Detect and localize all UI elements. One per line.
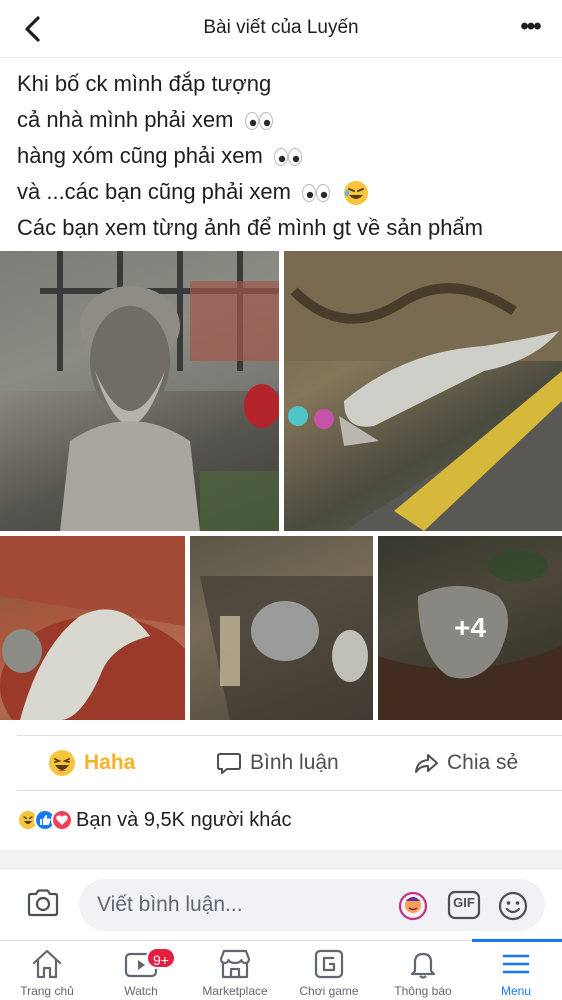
tab-watch[interactable]: 9+ Watch bbox=[94, 941, 188, 1000]
love-icon bbox=[51, 809, 73, 831]
post-line: Khi bố ck mình đắp tượng bbox=[17, 66, 547, 102]
home-icon bbox=[32, 949, 62, 979]
fish-photo-drawing bbox=[0, 536, 185, 720]
post-line-text: cả nhà mình phải xem bbox=[17, 107, 234, 132]
more-options-button[interactable]: ••• bbox=[516, 15, 544, 41]
tab-label: Menu bbox=[500, 984, 532, 998]
post-line: và ...các bạn cũng phải xem bbox=[17, 174, 547, 210]
comment-input[interactable]: Viết bình luận... GIF bbox=[79, 879, 545, 931]
page-title: Bài viết của Luyến bbox=[203, 17, 359, 38]
tab-label: Marketplace bbox=[202, 984, 268, 998]
post-photo-statue-fish[interactable] bbox=[0, 536, 185, 720]
haha-icon bbox=[49, 750, 75, 776]
post-line: Các bạn xem từng ảnh để mình gt về sản p… bbox=[17, 210, 547, 246]
share-label: Chia sẻ bbox=[447, 751, 519, 774]
post-photo-statue-crocodile[interactable] bbox=[284, 251, 562, 531]
menu-icon bbox=[502, 954, 530, 974]
emoji-button[interactable] bbox=[497, 890, 529, 927]
eyes-emoji-icon bbox=[273, 148, 302, 167]
reactions-summary[interactable]: Bạn và 9,5K người khác bbox=[17, 805, 292, 835]
top-header: Bài viết của Luyến ••• bbox=[0, 0, 562, 58]
haha-reaction-button[interactable]: Haha bbox=[48, 738, 135, 788]
smiley-icon bbox=[498, 891, 528, 921]
post-action-bar: Haha Bình luận Chia sẻ bbox=[0, 738, 562, 788]
avatar-sticker-button[interactable] bbox=[397, 890, 429, 927]
tab-label: Chơi game bbox=[299, 984, 359, 998]
tab-marketplace[interactable]: Marketplace bbox=[188, 941, 282, 1000]
comment-composer: Viết bình luận... GIF bbox=[0, 868, 562, 940]
divider bbox=[17, 790, 562, 791]
post-line: hàng xóm cũng phải xem bbox=[17, 138, 547, 174]
more-photos-overlay[interactable]: +4 bbox=[378, 536, 562, 720]
divider bbox=[17, 735, 562, 736]
tab-label: Trang chủ bbox=[20, 984, 74, 998]
tab-home[interactable]: Trang chủ bbox=[0, 941, 94, 1000]
tab-notifications[interactable]: Thông báo bbox=[376, 941, 470, 1000]
camera-button[interactable] bbox=[26, 888, 60, 923]
post-line-text: và ...các bạn cũng phải xem bbox=[17, 179, 291, 204]
tab-menu[interactable]: Menu bbox=[470, 941, 562, 1000]
share-arrow-icon bbox=[415, 754, 438, 773]
share-button[interactable]: Chia sẻ bbox=[413, 738, 518, 788]
comment-placeholder: Viết bình luận... bbox=[97, 893, 243, 916]
post-line-text: Khi bố ck mình đắp tượng bbox=[17, 71, 272, 96]
gif-label: GIF bbox=[453, 895, 475, 910]
eyes-emoji-icon bbox=[244, 112, 273, 131]
post-line: cả nhà mình phải xem bbox=[17, 102, 547, 138]
tab-label: Thông báo bbox=[394, 984, 452, 998]
post-line-text: Các bạn xem từng ảnh để mình gt về sản p… bbox=[17, 215, 483, 240]
comment-button[interactable]: Bình luận bbox=[216, 738, 339, 788]
notification-badge: 9+ bbox=[146, 947, 176, 969]
bell-icon bbox=[410, 952, 436, 979]
reaction-icons bbox=[17, 809, 73, 831]
tab-label: Watch bbox=[124, 984, 158, 998]
rooster-photo-drawing bbox=[200, 576, 373, 720]
reactions-count-text: Bạn và 9,5K người khác bbox=[76, 808, 292, 831]
rolling-laughing-emoji-icon bbox=[344, 181, 369, 206]
active-tab-indicator bbox=[472, 939, 562, 942]
gif-button[interactable]: GIF bbox=[447, 890, 481, 925]
post-text: Khi bố ck mình đắp tượng cả nhà mình phả… bbox=[17, 66, 547, 246]
comment-label: Bình luận bbox=[250, 751, 339, 774]
crocodile-photo-drawing bbox=[284, 251, 562, 531]
post-photo-statue-old-man[interactable] bbox=[0, 251, 279, 531]
comment-bubble-icon bbox=[217, 753, 241, 774]
haha-label: Haha bbox=[84, 751, 136, 774]
tab-gaming[interactable]: Chơi game bbox=[282, 941, 376, 1000]
statue-photo-drawing bbox=[0, 251, 279, 531]
camera-icon bbox=[27, 889, 59, 917]
eyes-emoji-icon bbox=[302, 184, 331, 203]
bottom-tab-bar: Trang chủ 9+ Watch Marketplace Chơi game… bbox=[0, 940, 562, 1000]
post-line-text: hàng xóm cũng phải xem bbox=[17, 143, 263, 168]
avatar-sticker-icon bbox=[398, 891, 428, 921]
game-icon bbox=[314, 949, 344, 979]
marketplace-icon bbox=[219, 949, 251, 979]
post-photo-statue-rooster[interactable] bbox=[190, 536, 373, 720]
